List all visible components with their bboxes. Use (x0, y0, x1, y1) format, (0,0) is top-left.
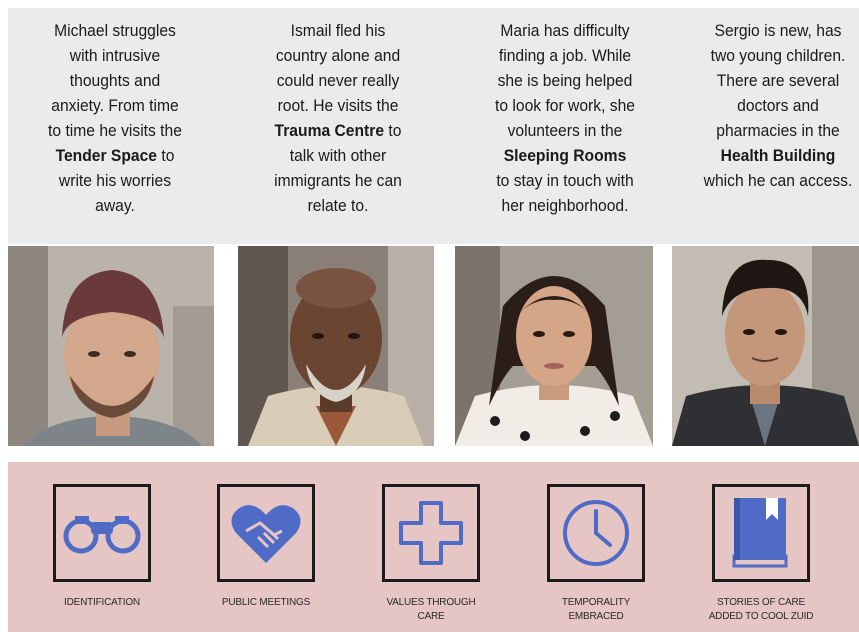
story-line: Michael struggles (54, 21, 176, 40)
value-label-line: CARE (417, 611, 445, 622)
portrait-ismail (238, 246, 434, 446)
stories-of-care-box (712, 484, 810, 582)
value-label-line: STORIES OF CARE (717, 597, 805, 608)
heart-handshake-icon (231, 505, 301, 563)
portrait-michael (8, 246, 214, 446)
portrait-maria (455, 246, 653, 446)
story-line-emphasis: Tender Space to (28, 143, 203, 168)
story-line: Sergio is new, has (714, 21, 842, 40)
clock-icon (563, 500, 629, 566)
story-line: write his worries (58, 171, 172, 190)
portrait-sergio (672, 246, 859, 446)
story-ismail: Ismail fled his country alone and could … (251, 18, 426, 218)
story-line: Maria has difficulty (500, 21, 630, 40)
value-label-line: ADDED TO COOL ZUID (708, 611, 814, 622)
temporality-embraced-box (547, 484, 645, 582)
story-michael: Michael struggles with intrusive thought… (28, 18, 203, 218)
value-label-public-meetings: PUBLIC MEETINGS (201, 596, 331, 610)
story-line: anxiety. From time (51, 96, 179, 115)
story-line: to stay in touch with (496, 171, 634, 190)
story-line-emphasis: Sleeping Rooms (478, 143, 653, 168)
place-name: Health Building (720, 146, 836, 165)
value-label-values-through-care: VALUES THROUGH CARE (366, 596, 496, 624)
value-label-line: EMBRACED (568, 611, 624, 622)
story-line: to time he visits the (48, 121, 182, 140)
story-line-emphasis: Trauma Centre to (251, 118, 426, 143)
value-label-line: TEMPORALITY (561, 597, 631, 608)
value-label-stories-of-care: STORIES OF CARE ADDED TO COOL ZUID (696, 596, 826, 624)
story-line: she is being helped (497, 71, 633, 90)
story-line: finding a job. While (498, 46, 632, 65)
story-line: to look for work, she (495, 96, 635, 115)
story-line: talk with other (289, 146, 387, 165)
book-icon (732, 498, 788, 568)
story-line: with intrusive (69, 46, 161, 65)
identification-box (53, 484, 151, 582)
story-line-emphasis: Health Building (691, 143, 859, 168)
binoculars-icon (63, 516, 141, 554)
story-line: There are several (716, 71, 840, 90)
public-meetings-box (217, 484, 315, 582)
story-sergio: Sergio is new, has two young children. T… (691, 18, 859, 193)
story-line: thoughts and (69, 71, 161, 90)
story-line: pharmacies in the (716, 121, 840, 140)
story-line: could never really (276, 71, 400, 90)
story-line: country alone and (275, 46, 401, 65)
story-line: Ismail fled his (290, 21, 386, 40)
cross-icon (399, 501, 463, 565)
story-line: root. He visits the (277, 96, 399, 115)
story-line: two young children. (710, 46, 846, 65)
place-name: Trauma Centre (274, 121, 385, 140)
value-label-line: VALUES THROUGH (386, 597, 476, 608)
values-through-care-box (382, 484, 480, 582)
story-line: which he can access. (703, 171, 853, 190)
story-maria: Maria has difficulty finding a job. Whil… (478, 18, 653, 218)
story-line: immigrants he can (274, 171, 402, 190)
value-label-line: PUBLIC MEETINGS (221, 597, 311, 608)
story-line-suffix: to (157, 146, 175, 165)
story-line: relate to. (307, 196, 369, 215)
place-name: Sleeping Rooms (503, 146, 627, 165)
value-label-line: IDENTIFICATION (64, 597, 140, 608)
story-line-suffix: to (384, 121, 402, 140)
story-line: volunteers in the (507, 121, 623, 140)
story-line: away. (95, 196, 135, 215)
story-line: doctors and (737, 96, 819, 115)
story-line: her neighborhood. (501, 196, 629, 215)
place-name: Tender Space (55, 146, 158, 165)
value-label-identification: IDENTIFICATION (37, 596, 167, 610)
value-label-temporality: TEMPORALITY EMBRACED (531, 596, 661, 624)
